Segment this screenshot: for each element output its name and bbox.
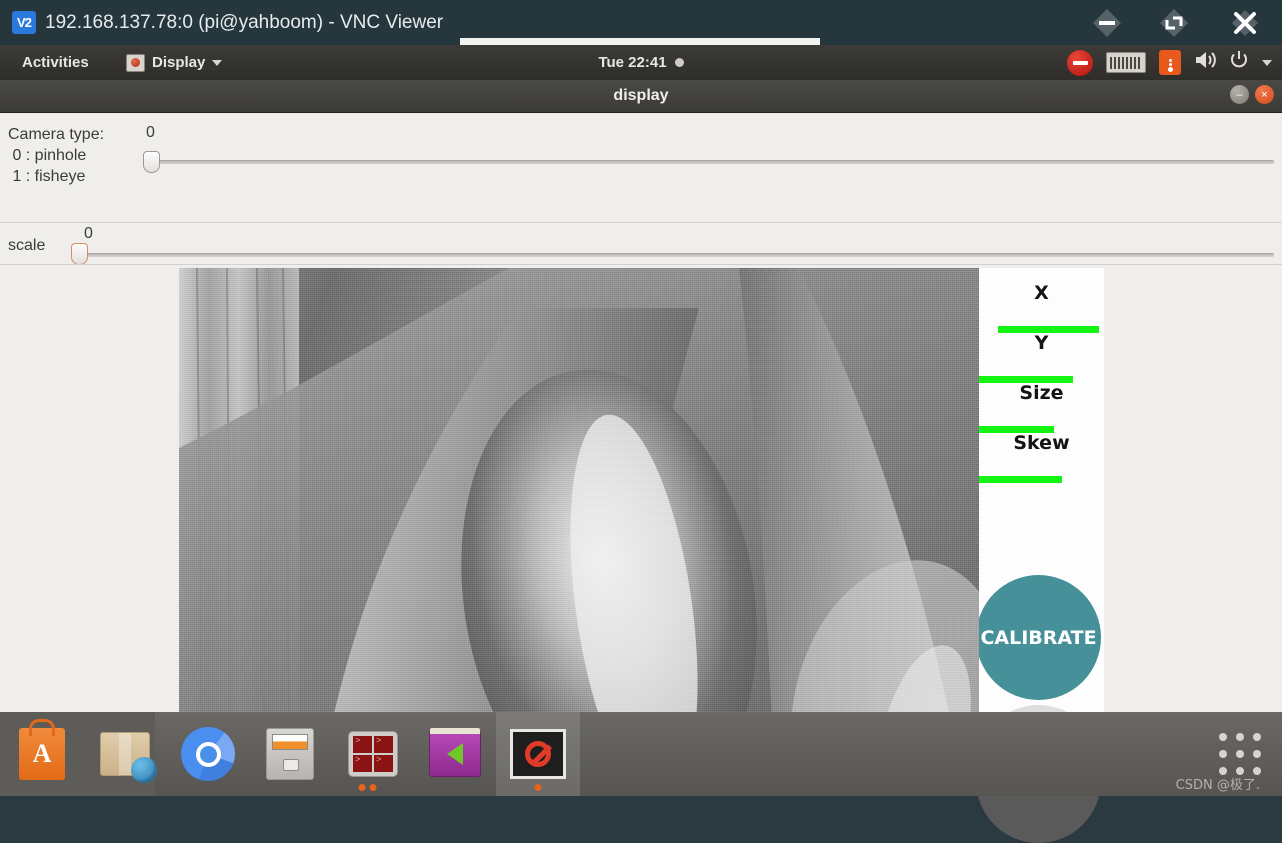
minimize-icon[interactable] xyxy=(1088,4,1126,42)
window-minimize-button[interactable]: – xyxy=(1230,85,1249,104)
power-icon[interactable] xyxy=(1229,50,1249,75)
display-app-icon xyxy=(126,53,145,72)
shop-icon: A xyxy=(19,728,65,780)
scale-track[interactable] xyxy=(80,253,1274,257)
dock-item-software-updater[interactable] xyxy=(83,712,167,796)
display-window-title: display xyxy=(613,87,669,104)
dock-item-terminal[interactable] xyxy=(331,712,415,796)
vnc-window-title: 192.168.137.78:0 (pi@yahboom) - VNC View… xyxy=(45,11,444,33)
watermark: CSDN @极了. xyxy=(1175,778,1260,793)
scale-handle[interactable] xyxy=(71,243,88,265)
notification-dot-icon xyxy=(674,58,684,67)
clock-label[interactable]: Tue 22:41 xyxy=(598,54,666,71)
display-window-titlebar: display – × xyxy=(0,80,1282,113)
swap-icon xyxy=(429,728,481,777)
wifi-icon[interactable] xyxy=(1159,50,1181,75)
vnc-titlebar: V2 192.168.137.78:0 (pi@yahboom) - VNC V… xyxy=(0,0,1282,45)
files-icon xyxy=(266,728,314,780)
scale-value: 0 xyxy=(84,225,93,242)
camera-preview[interactable]: ÁBBI ÁBBI xyxy=(179,268,979,744)
vnc-toolbar-handle[interactable] xyxy=(460,38,820,45)
display-window-controls: – × xyxy=(1230,85,1274,104)
running-indicator xyxy=(369,784,377,791)
metric-label-x: X xyxy=(1034,282,1049,304)
terminal-icon xyxy=(348,731,398,777)
metric-label-skew: Skew xyxy=(1013,432,1070,454)
no-entry-icon xyxy=(510,729,566,779)
vnc-viewer-app: V2 192.168.137.78:0 (pi@yahboom) - VNC V… xyxy=(0,0,1282,843)
metric-label-size: Size xyxy=(1019,382,1064,404)
app-menu-label: Display xyxy=(152,54,206,71)
camera-type-label: Camera type: 0 : pinhole 1 : fisheye xyxy=(8,126,105,185)
app-grid-icon xyxy=(1219,733,1261,775)
vnc-logo-icon: V2 xyxy=(12,11,36,34)
volume-icon[interactable] xyxy=(1194,50,1216,75)
camera-type-value: 0 xyxy=(146,124,155,141)
trackbar-divider xyxy=(0,222,1282,223)
metric-label-y: Y xyxy=(1034,332,1049,354)
gnome-top-bar: Activities Display Tue 22:41 xyxy=(0,45,1282,81)
dock-item-file-transfer[interactable] xyxy=(413,712,497,796)
chevron-down-icon[interactable] xyxy=(1262,59,1272,66)
window-close-button[interactable]: × xyxy=(1255,85,1274,104)
image-divider xyxy=(0,264,1282,265)
box-globe-icon xyxy=(100,732,157,783)
dock-item-file-manager[interactable] xyxy=(248,712,332,796)
metric-bar-skew xyxy=(979,476,1062,483)
restore-icon[interactable] xyxy=(1155,4,1193,42)
chevron-down-icon xyxy=(212,59,223,66)
dock-item-calibration-app[interactable] xyxy=(496,712,580,796)
do-not-disturb-icon[interactable] xyxy=(1067,49,1093,76)
status-area xyxy=(1067,45,1272,80)
scale-label: scale xyxy=(8,237,46,254)
app-menu-button[interactable]: Display xyxy=(118,50,230,75)
keyboard-icon[interactable] xyxy=(1106,52,1146,73)
calibrate-button[interactable]: CALIBRATE xyxy=(979,575,1101,700)
activities-button[interactable]: Activities xyxy=(14,50,97,75)
display-window: display – × Camera type: 0 : pinhole 1 :… xyxy=(0,80,1282,744)
camera-type-track[interactable] xyxy=(152,160,1274,164)
dock-item-ubuntu-software[interactable]: A xyxy=(0,712,84,796)
sensor-noise-overlay xyxy=(179,268,979,744)
calibration-panel: X Y Size Skew CALIBRATE SAVE xyxy=(979,268,1104,744)
camera-type-handle[interactable] xyxy=(143,151,160,173)
running-indicator xyxy=(534,784,542,791)
dock-item-chromium-browser[interactable] xyxy=(166,712,250,796)
dock: A CSDN @极了. xyxy=(0,712,1282,796)
display-window-body: Camera type: 0 : pinhole 1 : fisheye 0 s… xyxy=(0,112,1282,744)
chrome-icon xyxy=(181,727,235,781)
close-icon[interactable] xyxy=(1226,4,1264,42)
